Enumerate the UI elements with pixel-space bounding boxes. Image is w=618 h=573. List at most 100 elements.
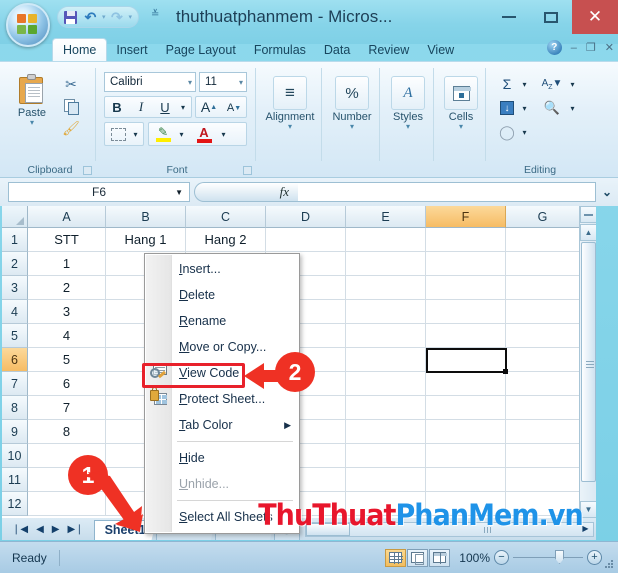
zoom-in-button[interactable]: + [587,550,602,565]
cell-F5[interactable] [426,324,506,348]
scroll-split-handle[interactable] [580,206,596,223]
row-header-12[interactable]: 12 [2,492,28,516]
cells-button[interactable]: Cells ▾ [439,76,483,131]
cell-F6[interactable] [426,348,506,372]
cell-F1[interactable] [426,228,506,252]
shrink-font-button[interactable]: A ▼ [222,98,246,118]
menu-item-rename[interactable]: Rename [145,308,299,334]
cell-E4[interactable] [346,300,426,324]
tab-insert[interactable]: Insert [107,39,156,62]
cell-F4[interactable] [426,300,506,324]
font-size-input[interactable]: 11 ▾ [199,72,247,92]
tab-view[interactable]: View [418,39,463,62]
number-button[interactable]: % Number ▾ [330,76,374,131]
cell-F7[interactable] [426,372,506,396]
name-box-caret-icon[interactable]: ▼ [175,188,183,197]
cell-A7[interactable]: 6 [28,372,106,396]
zoom-slider-handle[interactable] [555,550,564,564]
column-header-E[interactable]: E [346,206,426,228]
paste-caret-icon[interactable]: ▾ [30,119,34,127]
sort-filter-button[interactable]: AZ▼ [540,74,564,94]
vertical-scrollbar[interactable]: ▲ ▼ [579,206,596,518]
underline-button[interactable]: U [154,97,176,117]
page-layout-view-button[interactable] [407,548,428,567]
next-sheet-button[interactable]: ▶ [52,524,60,535]
menu-item-hide[interactable]: Hide [145,445,299,471]
redo-dropdown-caret-icon[interactable]: ▾ [129,14,133,21]
row-header-11[interactable]: 11 [2,468,28,492]
tab-data[interactable]: Data [315,39,359,62]
fill-color-caret-icon[interactable]: ▾ [175,123,188,145]
grow-font-button[interactable]: A ▲ [197,97,221,117]
cell-A1[interactable]: STT [28,228,106,252]
cell-G11[interactable] [506,468,580,492]
row-header-8[interactable]: 8 [2,396,28,420]
minimize-button[interactable] [488,0,530,34]
cell-E10[interactable] [346,444,426,468]
sort-filter-caret-icon[interactable]: ▾ [566,74,579,94]
clear-caret-icon[interactable]: ▾ [518,122,531,142]
normal-view-button[interactable] [385,548,406,567]
cell-E6[interactable] [346,348,426,372]
cell-E1[interactable] [346,228,426,252]
column-header-A[interactable]: A [28,206,106,228]
minimize-ribbon-icon[interactable]: – [571,42,577,54]
menu-item-move-or-copy[interactable]: Move or Copy... [145,334,299,360]
scroll-up-button[interactable]: ▲ [580,224,596,241]
cut-button[interactable]: ✂ [60,74,82,94]
zoom-track[interactable] [513,550,583,564]
previous-sheet-button[interactable]: ◀ [36,524,44,535]
cell-C1[interactable]: Hang 2 [186,228,266,252]
cell-A9[interactable]: 8 [28,420,106,444]
clear-button[interactable]: ◯ [496,122,518,142]
cell-F2[interactable] [426,252,506,276]
number-caret-icon[interactable]: ▾ [350,123,354,131]
bold-button[interactable]: B [106,97,128,117]
menu-item-tab-color[interactable]: Tab Color ▶ [145,412,299,438]
cell-A11[interactable] [28,468,106,492]
page-break-preview-button[interactable] [429,548,450,567]
row-header-9[interactable]: 9 [2,420,28,444]
row-header-3[interactable]: 3 [2,276,28,300]
clipboard-dialog-launcher-icon[interactable] [83,166,92,175]
cell-E9[interactable] [346,420,426,444]
cell-G1[interactable] [506,228,580,252]
font-color-button[interactable]: A [192,123,216,145]
menu-item-protect-sheet[interactable]: Protect Sheet... [145,386,299,412]
row-header-6[interactable]: 6 [2,348,28,372]
tab-page-layout[interactable]: Page Layout [157,39,245,62]
last-sheet-button[interactable]: ▶❘ [67,524,83,535]
column-header-F[interactable]: F [426,206,506,228]
borders-button[interactable] [107,123,129,145]
find-select-button[interactable]: 🔍 [540,98,564,118]
cell-F3[interactable] [426,276,506,300]
cell-A4[interactable]: 3 [28,300,106,324]
italic-button[interactable]: I [130,97,152,117]
font-color-caret-icon[interactable]: ▾ [217,123,230,145]
cell-G6[interactable] [506,348,580,372]
styles-button[interactable]: A Styles ▾ [386,76,430,131]
formula-input[interactable] [298,182,596,202]
styles-caret-icon[interactable]: ▾ [406,123,410,131]
insert-function-button[interactable]: fx [194,182,298,202]
save-button[interactable] [62,9,79,26]
tab-formulas[interactable]: Formulas [245,39,315,62]
cell-F8[interactable] [426,396,506,420]
cell-G2[interactable] [506,252,580,276]
font-dialog-launcher-icon[interactable] [243,166,252,175]
tab-home[interactable]: Home [52,38,108,62]
alignment-caret-icon[interactable]: ▾ [288,123,292,131]
cell-A3[interactable]: 2 [28,276,106,300]
cell-G8[interactable] [506,396,580,420]
row-header-10[interactable]: 10 [2,444,28,468]
column-header-G[interactable]: G [506,206,580,228]
cell-E11[interactable] [346,468,426,492]
fill-caret-icon[interactable]: ▾ [518,98,531,118]
redo-button[interactable]: ↶ [109,9,126,26]
format-painter-button[interactable]: 🖌 [60,118,82,138]
cell-A5[interactable]: 4 [28,324,106,348]
cell-G3[interactable] [506,276,580,300]
underline-caret-icon[interactable]: ▾ [176,97,190,117]
row-header-4[interactable]: 4 [2,300,28,324]
borders-caret-icon[interactable]: ▾ [129,123,142,145]
